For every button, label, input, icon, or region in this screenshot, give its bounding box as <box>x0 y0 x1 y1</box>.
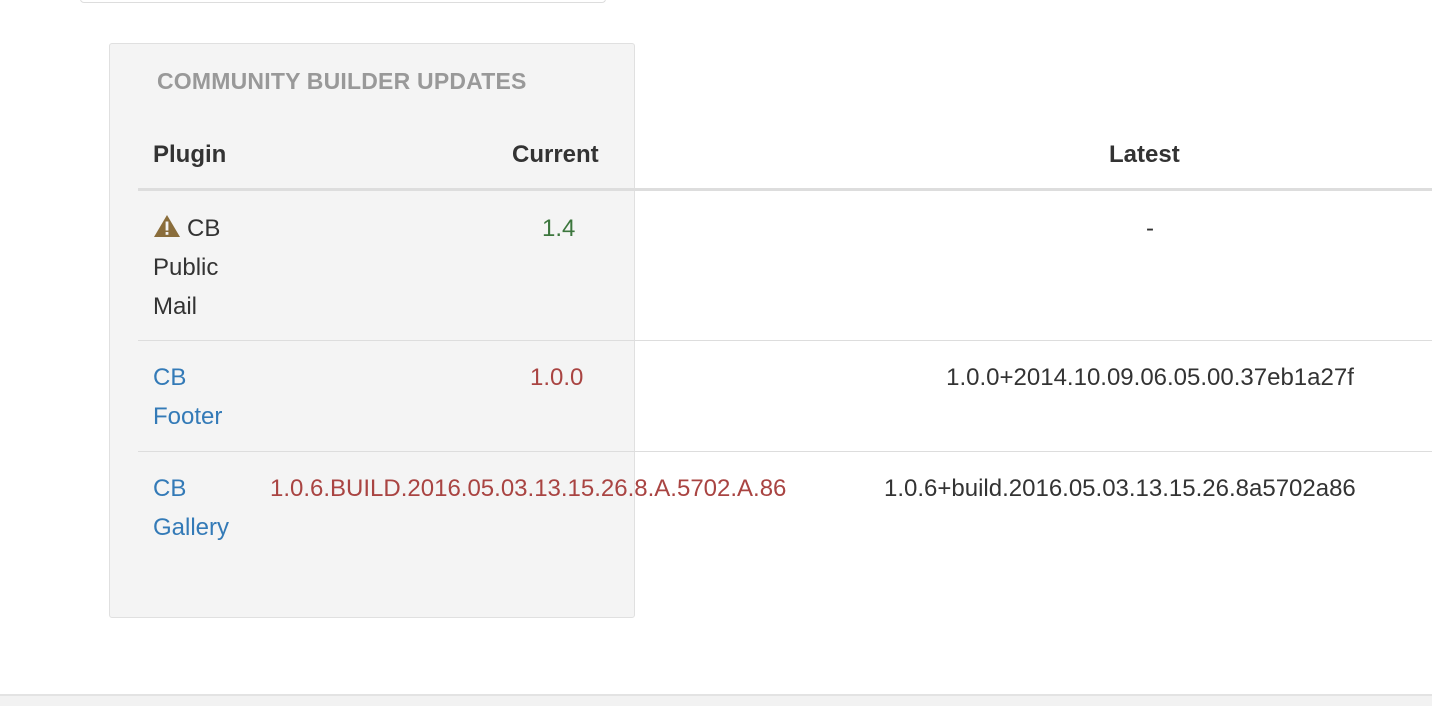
current-version: 1.0.0 <box>530 364 584 391</box>
latest-version: - <box>1146 215 1154 242</box>
latest-version: 1.0.6+build.2016.05.03.13.15.26.8a5702a8… <box>884 475 1356 502</box>
current-version: 1.0.6.BUILD.2016.05.03.13.15.26.8.A.5702… <box>270 475 787 502</box>
previous-panel-edge <box>80 0 606 3</box>
panel-title: COMMUNITY BUILDER UPDATES <box>157 68 527 94</box>
row-divider <box>138 340 1432 341</box>
column-header-latest: Latest <box>1109 141 1180 168</box>
plugin-link[interactable]: CB Footer <box>153 358 263 436</box>
column-header-plugin: Plugin <box>153 141 227 168</box>
header-divider <box>138 188 1432 191</box>
footer-bar <box>0 694 1432 706</box>
current-version: 1.4 <box>542 215 576 242</box>
table-row-plugin: CB Public Mail <box>153 209 263 326</box>
row-divider <box>138 451 1432 452</box>
column-header-current: Current <box>512 141 599 168</box>
plugin-link[interactable]: CB Gallery <box>153 469 263 547</box>
latest-version: 1.0.0+2014.10.09.06.05.00.37eb1a27f <box>946 364 1354 391</box>
warning-triangle-icon <box>154 215 180 237</box>
